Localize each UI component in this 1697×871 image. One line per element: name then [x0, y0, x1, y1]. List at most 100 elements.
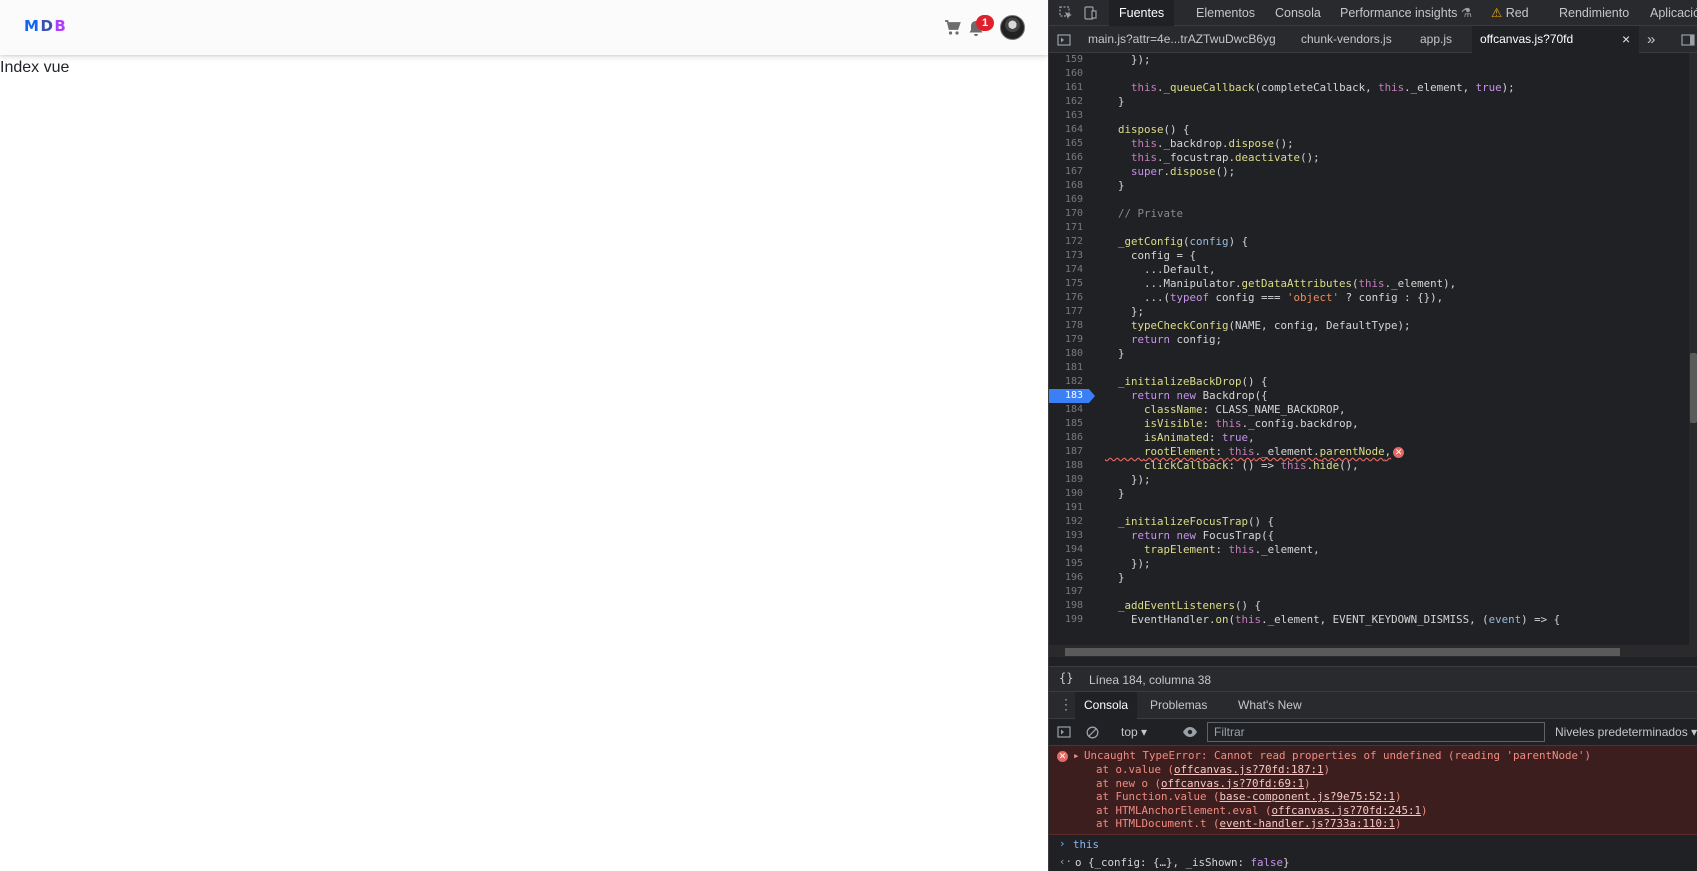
avatar[interactable]	[1000, 15, 1025, 40]
tab-elements[interactable]: Elementos	[1196, 0, 1255, 26]
line-number[interactable]: 184	[1049, 403, 1089, 417]
close-tab-icon[interactable]: ×	[1622, 26, 1630, 53]
console-error-message[interactable]: ✕ ▸ Uncaught TypeError: Cannot read prop…	[1049, 746, 1697, 835]
code-line: }	[1105, 179, 1125, 192]
tab-performance[interactable]: Rendimiento	[1559, 0, 1629, 26]
line-number[interactable]: 163	[1049, 109, 1089, 123]
more-tabs-icon[interactable]: »	[1647, 26, 1655, 53]
breakpoint-line-number[interactable]: 183	[1049, 389, 1089, 403]
line-number[interactable]: 171	[1049, 221, 1089, 235]
line-number[interactable]: 180	[1049, 347, 1089, 361]
console-input-text[interactable]: this	[1073, 838, 1099, 851]
console-prompt[interactable]: › this	[1049, 836, 1697, 854]
tab-application[interactable]: Aplicació	[1650, 0, 1697, 26]
line-number[interactable]: 188	[1049, 459, 1089, 473]
line-number[interactable]: 165	[1049, 137, 1089, 151]
file-tab-app-js[interactable]: app.js	[1420, 26, 1452, 53]
breakpoint-marker[interactable]	[1089, 389, 1095, 403]
tab-network[interactable]: ⚠ Red	[1491, 0, 1529, 26]
line-number[interactable]: 197	[1049, 585, 1089, 599]
context-selector[interactable]: top ▾	[1121, 725, 1147, 739]
line-number[interactable]: 175	[1049, 277, 1089, 291]
editor-status-bar: {} Línea 184, columna 38	[1049, 666, 1697, 692]
error-icon[interactable]: ✕	[1393, 446, 1405, 458]
line-number[interactable]: 181	[1049, 361, 1089, 375]
line-number[interactable]: 169	[1049, 193, 1089, 207]
line-number[interactable]: 199	[1049, 613, 1089, 627]
file-tab-offcanvas-js[interactable]: offcanvas.js?70fd ×	[1472, 26, 1639, 53]
line-number[interactable]: 161	[1049, 81, 1089, 95]
navbar: MDB 1	[0, 0, 1048, 55]
code-editor[interactable]: 159 160 161 162 163 164 165 166 167 168 169 170 171 1…	[1049, 53, 1697, 645]
stack-frame-link[interactable]: offcanvas.js?70fd:245:1	[1272, 804, 1422, 817]
editor-vertical-scroll-thumb[interactable]	[1690, 353, 1697, 423]
line-number[interactable]: 177	[1049, 305, 1089, 319]
log-levels-dropdown[interactable]: Niveles predeterminados ▾	[1555, 725, 1697, 739]
clear-console-icon[interactable]	[1083, 723, 1101, 741]
line-number[interactable]: 194	[1049, 543, 1089, 557]
drawer-tab-console[interactable]: Consola	[1075, 692, 1138, 719]
code-line: isAnimated: true,	[1144, 431, 1255, 444]
line-number[interactable]: 159	[1049, 53, 1089, 67]
file-tab-chunk-vendors[interactable]: chunk-vendors.js	[1301, 26, 1392, 53]
line-number[interactable]: 160	[1049, 67, 1089, 81]
drawer-menu-icon[interactable]: ⋮	[1059, 697, 1073, 711]
tab-sources[interactable]: Fuentes	[1109, 0, 1175, 26]
line-number[interactable]: 191	[1049, 501, 1089, 515]
line-number[interactable]: 176	[1049, 291, 1089, 305]
line-number[interactable]: 190	[1049, 487, 1089, 501]
console-result[interactable]: ‹· o {_config: {…}, _isShown: false}	[1049, 854, 1697, 871]
file-tab-main-js[interactable]: main.js?attr=4e...trAZTwuDwcB6yg	[1088, 26, 1276, 53]
line-number[interactable]: 178	[1049, 319, 1089, 333]
inspect-element-icon[interactable]	[1057, 4, 1075, 22]
stack-frame-function: at new o (	[1096, 776, 1162, 790]
eye-icon[interactable]	[1181, 723, 1199, 741]
line-number[interactable]: 186	[1049, 431, 1089, 445]
line-number[interactable]: 179	[1049, 333, 1089, 347]
tab-performance-insights[interactable]: Performance insights ⚗	[1340, 0, 1472, 26]
line-number[interactable]: 172	[1049, 235, 1089, 249]
toggle-navigator-icon[interactable]	[1055, 31, 1073, 49]
logo[interactable]: MDB	[24, 17, 67, 35]
line-number[interactable]: 182	[1049, 375, 1089, 389]
code-line: clickCallback: () => this.hide(),	[1144, 459, 1359, 472]
devtools-panel: Fuentes Elementos Consola Performance in…	[1048, 0, 1697, 871]
console-filter-input[interactable]	[1207, 722, 1545, 742]
line-number[interactable]: 192	[1049, 515, 1089, 529]
editor-vertical-scrollbar[interactable]	[1689, 53, 1697, 645]
line-number[interactable]: 173	[1049, 249, 1089, 263]
stack-frame-end: )	[1395, 790, 1402, 803]
line-number[interactable]: 195	[1049, 557, 1089, 571]
device-toolbar-icon[interactable]	[1081, 4, 1099, 22]
editor-horizontal-scroll-thumb[interactable]	[1065, 648, 1620, 656]
line-number[interactable]: 193	[1049, 529, 1089, 543]
stack-frame-end: )	[1323, 763, 1331, 776]
line-number[interactable]: 187	[1049, 445, 1089, 459]
line-number[interactable]: 196	[1049, 571, 1089, 585]
pretty-print-button[interactable]: {}	[1059, 671, 1073, 685]
line-number[interactable]: 185	[1049, 417, 1089, 431]
drawer-tab-whats-new[interactable]: What's New	[1238, 692, 1302, 719]
toggle-debugger-icon[interactable]	[1679, 31, 1697, 49]
error-expand-icon[interactable]: ▸	[1073, 749, 1080, 763]
cart-icon[interactable]	[942, 18, 962, 38]
line-number-gutter[interactable]: 159 160 161 162 163 164 165 166 167 168 169 170 171 1…	[1049, 53, 1089, 645]
line-number[interactable]: 164	[1049, 123, 1089, 137]
line-number[interactable]: 167	[1049, 165, 1089, 179]
stack-frame-link[interactable]: base-component.js?9e75:52:1	[1220, 790, 1396, 803]
line-number[interactable]: 174	[1049, 263, 1089, 277]
line-number[interactable]: 166	[1049, 151, 1089, 165]
line-number[interactable]: 168	[1049, 179, 1089, 193]
tab-console[interactable]: Consola	[1275, 0, 1321, 26]
line-number[interactable]: 170	[1049, 207, 1089, 221]
line-number[interactable]: 162	[1049, 95, 1089, 109]
line-number[interactable]: 198	[1049, 599, 1089, 613]
stack-frame-link[interactable]: offcanvas.js?70fd:69:1	[1161, 777, 1304, 790]
stack-frame-link[interactable]: offcanvas.js?70fd:187:1	[1174, 763, 1324, 776]
line-number[interactable]: 189	[1049, 473, 1089, 487]
drawer-tab-issues[interactable]: Problemas	[1150, 692, 1207, 719]
stack-frame-link[interactable]: event-handler.js?733a:110:1	[1220, 817, 1396, 830]
console-sidebar-icon[interactable]	[1055, 723, 1073, 741]
code-line: ...(typeof config === 'object' ? config …	[1105, 291, 1444, 304]
tab-performance-insights-label: Performance insights	[1340, 6, 1458, 20]
